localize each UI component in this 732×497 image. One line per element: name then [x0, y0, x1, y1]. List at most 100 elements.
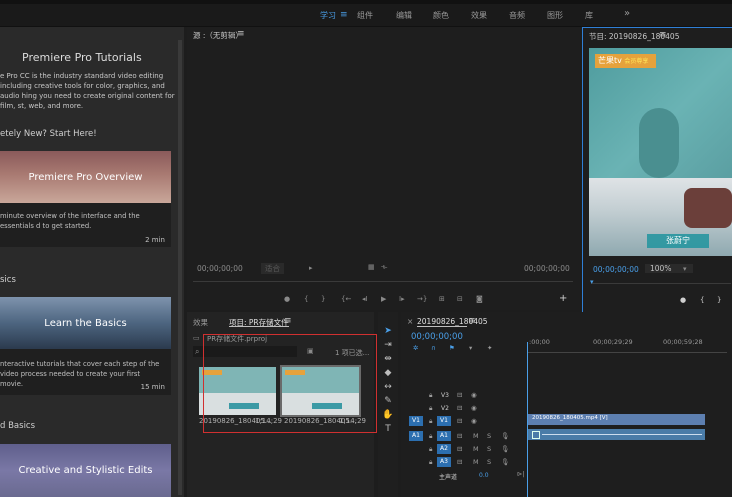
program-timecode[interactable]: 00;00;00;00 [593, 265, 639, 274]
lock-icon[interactable]: 🔒︎ [429, 404, 432, 413]
go-to-in-icon[interactable]: {← [341, 295, 351, 303]
lock-icon[interactable]: 🔒︎ [429, 445, 432, 454]
go-to-out-icon[interactable]: →} [417, 295, 427, 303]
nest-icon[interactable]: ✲ [413, 344, 418, 352]
tutorial-card-creative[interactable]: Creative and Stylistic Edits [0, 444, 171, 497]
mute-icon[interactable]: M [473, 458, 479, 466]
tab-effects[interactable]: 效果 [193, 317, 208, 328]
mark-in-bracket-icon[interactable]: { [700, 296, 704, 304]
snap-icon[interactable]: ∩ [431, 344, 436, 352]
razor-tool-icon[interactable]: ◆ [382, 368, 394, 378]
hand-tool-icon[interactable]: ✋ [382, 410, 394, 420]
ruler-label: 00;00;59;28 [663, 338, 703, 346]
source-timecode-in[interactable]: 00;00;00;00 [197, 264, 243, 273]
track-label-a2[interactable]: A2 [437, 444, 451, 454]
playhead-icon[interactable]: ▾ [590, 278, 594, 286]
timeline-timecode[interactable]: 00;00;00;00 [411, 332, 463, 342]
overwrite-icon[interactable]: ⊟ [457, 295, 463, 303]
eye-icon[interactable]: ◉ [471, 417, 477, 425]
panel-menu-icon[interactable]: ≡ [284, 316, 292, 326]
mark-in-icon[interactable]: ● [284, 295, 290, 303]
mute-icon[interactable]: M [473, 432, 479, 440]
eye-icon[interactable]: ◉ [471, 391, 477, 399]
sync-icon[interactable]: ⊟ [457, 404, 462, 412]
workspace-tab-learn[interactable]: 学习 [320, 10, 336, 21]
panel-menu-icon[interactable]: ≡ [468, 316, 476, 326]
microphone-icon[interactable]: 🎙︎ [501, 432, 509, 440]
solo-icon[interactable]: S [487, 458, 491, 466]
workspace-tab-libraries[interactable]: 库 [585, 10, 593, 21]
track-select-tool-icon[interactable]: ⇥ [382, 340, 394, 350]
sync-icon[interactable]: ⊟ [457, 445, 462, 453]
video-object [639, 108, 679, 178]
microphone-icon[interactable]: 🎙︎ [501, 458, 509, 466]
selection-tool-icon[interactable]: ➤ [382, 326, 394, 336]
learn-description: e Pro CC is the industry standard video … [0, 72, 175, 110]
workspace-tab-effects[interactable]: 效果 [471, 10, 487, 21]
close-icon[interactable]: × [407, 317, 413, 326]
wrench-icon[interactable]: ✦ [487, 344, 492, 352]
slip-tool-icon[interactable]: ↔ [382, 382, 394, 392]
step-forward-icon[interactable]: I▸ [399, 295, 405, 303]
lock-icon[interactable]: 🔒︎ [429, 417, 432, 426]
type-tool-icon[interactable]: T [382, 424, 394, 434]
lock-icon[interactable]: 🔒︎ [429, 432, 432, 441]
lock-icon[interactable]: 🔒︎ [429, 458, 432, 467]
program-video-frame: 芒果tv 会员尊享 张蔚宁 [589, 48, 732, 256]
ripple-edit-tool-icon[interactable]: ⇹ [382, 354, 394, 364]
mute-icon[interactable]: M [473, 445, 479, 453]
workspace-tab-editing[interactable]: 编辑 [396, 10, 412, 21]
source-zoom-select[interactable]: 适合 [261, 263, 284, 274]
add-marker-icon[interactable]: ▾ [469, 344, 472, 352]
camera-icon[interactable]: ◙ [476, 295, 483, 303]
linked-selection-icon[interactable]: ⚑ [449, 344, 455, 352]
lock-icon[interactable]: 🔒︎ [429, 391, 432, 400]
ruler-label: :00;00 [529, 338, 550, 346]
workspace-tab-color[interactable]: 颜色 [433, 10, 449, 21]
audio-clip[interactable] [528, 429, 705, 440]
play-icon[interactable]: ▶ [381, 295, 386, 303]
step-back-icon[interactable]: ◂I [362, 295, 368, 303]
learn-scrollbar[interactable] [178, 40, 182, 495]
sync-icon[interactable]: ⊟ [457, 458, 462, 466]
add-button-icon[interactable]: + [559, 293, 567, 304]
time-ruler[interactable] [527, 346, 727, 353]
settings-icon[interactable]: ▦ [368, 263, 375, 271]
hamburger-icon[interactable]: ≡ [340, 10, 348, 20]
sync-icon[interactable]: ⊟ [457, 391, 462, 399]
pen-tool-icon[interactable]: ✎ [382, 396, 394, 406]
track-label-a3[interactable]: A3 [437, 457, 451, 467]
dropdown-arrow-icon[interactable]: ▸ [309, 264, 313, 272]
more-workspaces-icon[interactable]: » [624, 8, 630, 19]
chevron-down-icon[interactable]: ▾ [683, 265, 687, 273]
solo-icon[interactable]: S [487, 445, 491, 453]
eye-icon[interactable]: ◉ [471, 404, 477, 412]
workspace-tab-audio[interactable]: 音频 [509, 10, 525, 21]
program-timebar[interactable] [591, 283, 731, 284]
go-to-end-icon[interactable]: ⊳| [517, 470, 525, 478]
insert-icon[interactable]: ⊞ [439, 295, 445, 303]
learn-panel: Premiere Pro Tutorials e Pro CC is the i… [0, 27, 184, 497]
mark-out-bracket-icon[interactable]: } [717, 296, 721, 304]
source-patch-v1[interactable]: V1 [409, 416, 423, 426]
solo-icon[interactable]: S [487, 432, 491, 440]
mark-in-bracket-icon[interactable]: { [304, 295, 308, 303]
export-frame-icon[interactable]: ⟛ [381, 263, 387, 272]
panel-menu-icon[interactable]: ≡ [659, 30, 667, 40]
workspace-tab-graphics[interactable]: 图形 [547, 10, 563, 21]
sync-icon[interactable]: ⊟ [457, 432, 462, 440]
microphone-icon[interactable]: 🎙︎ [501, 445, 509, 453]
master-volume-value[interactable]: 0.0 [479, 472, 489, 479]
source-timebar[interactable] [193, 281, 573, 282]
video-clip[interactable]: 20190826_180405.mp4 [V] [528, 414, 705, 425]
mark-out-bracket-icon[interactable]: } [321, 295, 325, 303]
tutorial-card-overview[interactable]: Premiere Pro Overview minute overview of… [0, 151, 171, 247]
panel-menu-icon[interactable]: ≡ [237, 29, 245, 39]
track-label-a1[interactable]: A1 [437, 431, 451, 441]
sync-icon[interactable]: ⊟ [457, 417, 462, 425]
tutorial-card-basics[interactable]: Learn the Basics nteractive tutorials th… [0, 297, 171, 395]
workspace-tab-assembly[interactable]: 组件 [357, 10, 373, 21]
mark-in-icon[interactable]: ● [680, 296, 686, 304]
track-label-v1[interactable]: V1 [437, 416, 451, 426]
source-patch-a1[interactable]: A1 [409, 431, 423, 441]
